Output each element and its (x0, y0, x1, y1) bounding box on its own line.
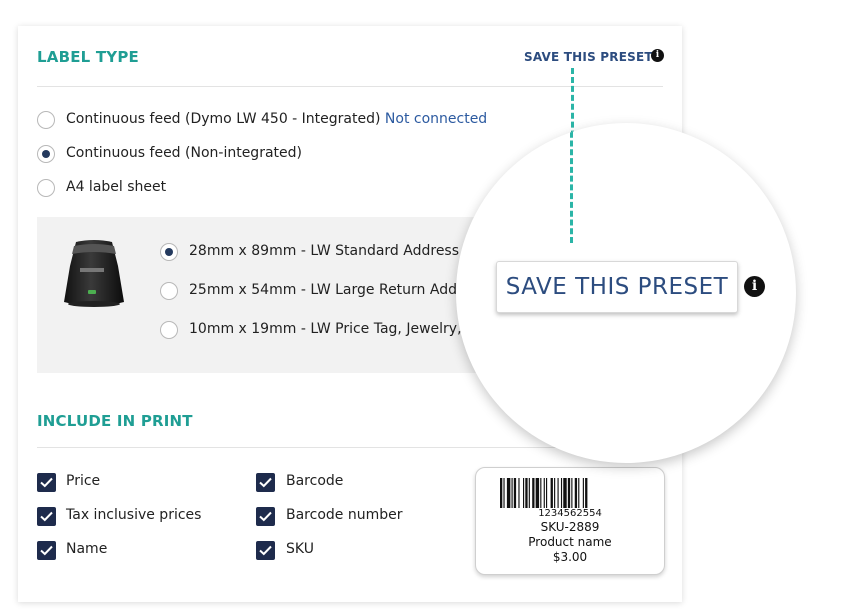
barcode-bar (518, 478, 520, 508)
checkbox-sku[interactable] (256, 541, 275, 560)
barcode-bar (532, 478, 535, 508)
not-connected-link[interactable]: Not connected (385, 111, 487, 127)
preview-sku: SKU-2889 (540, 520, 600, 534)
barcode-bar (535, 478, 540, 508)
barcode-label: Barcode (286, 473, 344, 489)
save-preset-button[interactable]: SAVE THIS PRESET (496, 261, 738, 313)
barcode-bar (513, 478, 517, 508)
barcode-bar (511, 478, 513, 508)
barcode-bar (571, 478, 573, 508)
divider (37, 86, 663, 87)
barcode-bar (550, 478, 553, 508)
checkbox-tax-inclusive[interactable] (37, 507, 56, 526)
barcode-bar (582, 478, 584, 508)
barcode-bar (506, 478, 511, 508)
sku-label: SKU (286, 541, 314, 557)
barcode-bar (503, 478, 505, 508)
checkbox-price[interactable] (37, 473, 56, 492)
option-dymo-integrated[interactable]: Continuous feed (Dymo LW 450 - Integrate… (66, 111, 487, 127)
barcode-bar (528, 478, 530, 508)
preview-barcode-number: 1234562554 (538, 508, 602, 519)
barcode-bar (540, 478, 542, 508)
include-in-print-title: INCLUDE IN PRINT (37, 412, 193, 430)
radio-size-25x54[interactable] (160, 282, 178, 300)
size-28x89[interactable]: 28mm x 89mm - LW Standard Address (99 (189, 243, 487, 259)
info-icon[interactable]: i (651, 49, 664, 62)
barcode-bar (523, 478, 525, 508)
option-label: Continuous feed (Dymo LW 450 - Integrate… (66, 111, 381, 127)
preview-product-name: Product name (528, 535, 612, 549)
option-non-integrated[interactable]: Continuous feed (Non-integrated) (66, 145, 302, 161)
barcode-bar (525, 478, 528, 508)
option-a4-sheet[interactable]: A4 label sheet (66, 179, 166, 195)
preview-price: $3.00 (552, 550, 588, 564)
info-icon-large[interactable]: i (744, 276, 765, 297)
radio-dymo-integrated[interactable] (37, 111, 55, 129)
barcode-bar (557, 478, 559, 508)
label-printer-icon (64, 240, 124, 307)
radio-non-integrated[interactable] (37, 145, 55, 163)
barcode-image (500, 478, 588, 508)
name-label: Name (66, 541, 108, 557)
barcode-bar (560, 478, 563, 508)
label-preview: 1234562554 SKU-2889 Product name $3.00 (475, 467, 665, 575)
barcode-bar (574, 478, 578, 508)
radio-a4-sheet[interactable] (37, 179, 55, 197)
barcode-bar (543, 478, 545, 508)
barcode-bar (554, 478, 556, 508)
price-label: Price (66, 473, 101, 489)
checkbox-name[interactable] (37, 541, 56, 560)
callout-connector-inner (570, 123, 573, 243)
barcode-bar (585, 478, 588, 508)
barcode-bar (563, 478, 567, 508)
radio-size-10x19[interactable] (160, 321, 178, 339)
save-preset-link[interactable]: SAVE THIS PRESET (524, 50, 653, 64)
barcode-number-label: Barcode number (286, 507, 403, 523)
checkbox-barcode[interactable] (256, 473, 275, 492)
barcode-bar (546, 478, 548, 508)
size-10x19[interactable]: 10mm x 19mm - LW Price Tag, Jewelry, Du (189, 321, 486, 337)
barcode-bar (567, 478, 571, 508)
barcode-bar (500, 478, 503, 508)
checkbox-barcode-number[interactable] (256, 507, 275, 526)
radio-size-28x89[interactable] (160, 243, 178, 261)
tax-inclusive-label: Tax inclusive prices (66, 507, 202, 523)
label-type-title: LABEL TYPE (37, 48, 139, 66)
magnifier-callout: SAVE THIS PRESET i (456, 123, 796, 463)
barcode-bar (578, 478, 580, 508)
size-25x54[interactable]: 25mm x 54mm - LW Large Return Addres (189, 282, 478, 298)
